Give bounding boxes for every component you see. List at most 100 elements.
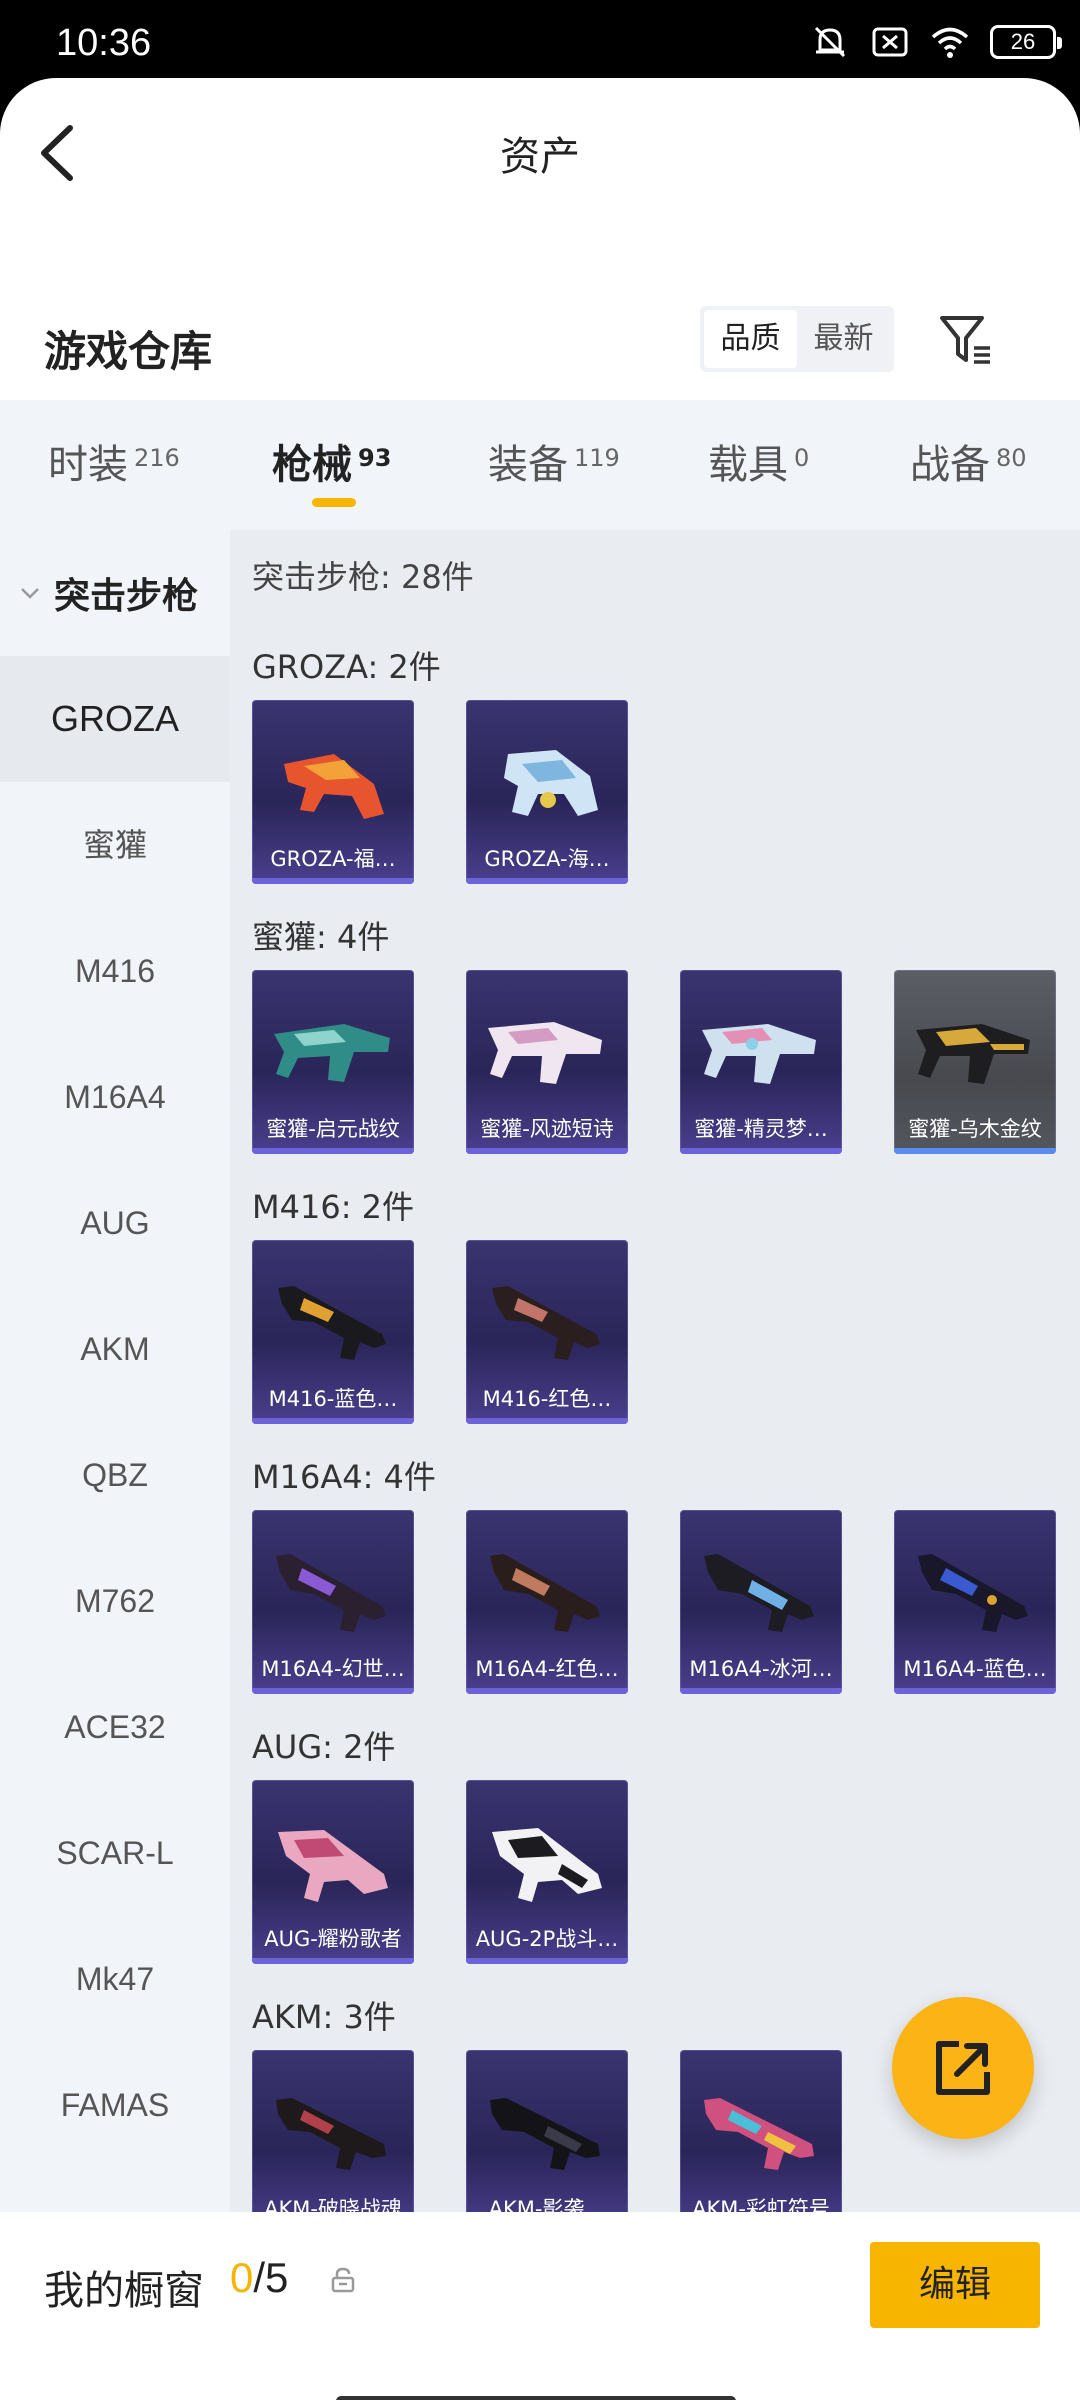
weapon-card-label: 蜜獾-风迹短诗	[480, 1117, 614, 1141]
showcase-count: 0/5	[230, 2254, 289, 2301]
share-fab-button[interactable]	[892, 1997, 1034, 2139]
sidebar-item-aug[interactable]: AUG	[0, 1160, 230, 1286]
weapon-card-label: GROZA-海…	[484, 847, 610, 871]
rifle-image	[278, 1830, 388, 1902]
section-label: GROZA: 2件	[252, 648, 441, 686]
lock-icon	[331, 2267, 355, 2293]
sidebar-item-groza[interactable]: GROZA	[0, 656, 230, 782]
showcase-bar: 我的橱窗 0/5 编辑	[0, 2212, 1080, 2400]
sidebar-item-ace32[interactable]: ACE32	[0, 1664, 230, 1790]
rifle-image	[276, 1554, 386, 1632]
section-label: M416: 2件	[252, 1188, 415, 1226]
rifle-image	[490, 2098, 600, 2170]
rarity-bar	[252, 1418, 414, 1424]
weapon-card[interactable]: M16A4-冰河…	[680, 1510, 842, 1694]
rarity-bar	[252, 1148, 414, 1154]
rarity-bar	[252, 878, 414, 884]
weapon-card-label: 蜜獾-乌木金纹	[908, 1117, 1042, 1141]
rarity-bar	[466, 1688, 628, 1694]
weapon-card[interactable]: AKM-彩虹符号	[680, 2050, 842, 2234]
weapon-card[interactable]: AUG-耀粉歌者	[252, 1780, 414, 1964]
showcase-label: 我的橱窗	[44, 2268, 204, 2314]
rarity-bar	[466, 1148, 628, 1154]
weapon-card-label: M16A4-幻世…	[261, 1657, 405, 1681]
sidebar-item-m762[interactable]: M762	[0, 1538, 230, 1664]
tab-vehicles[interactable]: 载具 0	[708, 432, 809, 490]
sidebar-group-label: 突击步枪	[54, 576, 199, 617]
weapon-card[interactable]: AKM-破晓战魂	[252, 2050, 414, 2234]
rifle-image	[704, 1554, 814, 1632]
status-bar: 10:36 26	[0, 0, 1080, 78]
sidebar-item-scar-l[interactable]: SCAR-L	[0, 1790, 230, 1916]
rarity-bar	[466, 1418, 628, 1424]
rarity-bar	[680, 1148, 842, 1154]
sidebar-item-qbz[interactable]: QBZ	[0, 1412, 230, 1538]
sidebar-item-akm[interactable]: AKM	[0, 1286, 230, 1412]
weapon-card-label: M16A4-红色…	[475, 1657, 619, 1681]
weapon-card-label: 蜜獾-启元战纹	[266, 1117, 400, 1141]
rifle-image	[916, 1024, 1030, 1084]
top-header: 资产	[0, 78, 1080, 218]
section-label: 蜜獾: 4件	[252, 918, 390, 956]
weapon-card-label: AUG-耀粉歌者	[264, 1927, 402, 1951]
app-screen: 资产 游戏仓库 品质 最新 时装 216 枪械 93 装备 119 载具 0 战备 80 …	[0, 78, 1080, 2400]
rifle-image	[504, 750, 598, 816]
page-title: 资产	[500, 134, 580, 180]
weapon-card-label: AUG-2P战斗…	[475, 1927, 619, 1951]
sidebar-group-assault-rifles[interactable]: 突击步枪	[0, 530, 230, 656]
sidebar-item-famas[interactable]: FAMAS	[0, 2042, 230, 2168]
tab-firearms[interactable]: 枪械 93	[272, 432, 391, 490]
active-tab-indicator	[312, 498, 356, 507]
weapon-card-label: M416-蓝色…	[268, 1387, 398, 1411]
weapon-card-label: M416-红色…	[482, 1387, 612, 1411]
weapon-type-sidebar: 突击步枪 GROZA 蜜獾 M416 M16A4 AUG AKM QBZ M76…	[0, 530, 230, 2290]
rarity-bar	[466, 878, 628, 884]
tab-supplies[interactable]: 战备 80	[910, 432, 1027, 490]
tab-fashion[interactable]: 时装 216	[48, 432, 180, 490]
weapon-card-label: 蜜獾-精灵梦…	[694, 1117, 828, 1141]
sidebar-item-m416[interactable]: M416	[0, 908, 230, 1034]
weapon-card[interactable]: M416-红色…	[466, 1240, 628, 1424]
weapon-card-label: M16A4-蓝色…	[903, 1657, 1047, 1681]
rarity-bar	[680, 1688, 842, 1694]
weapon-card[interactable]: M16A4-幻世…	[252, 1510, 414, 1694]
wifi-icon	[931, 27, 969, 58]
weapon-card[interactable]: 蜜獾-风迹短诗	[466, 970, 628, 1154]
sort-quality-button[interactable]: 品质	[704, 310, 797, 368]
home-indicator[interactable]	[336, 2396, 736, 2400]
weapon-card-label: GROZA-福…	[270, 847, 396, 871]
category-tabs: 时装 216 枪械 93 装备 119 载具 0 战备 80	[0, 400, 1080, 530]
sidebar-item-honey-badger[interactable]: 蜜獾	[0, 782, 230, 908]
chevron-down-icon	[21, 588, 39, 599]
weapon-card[interactable]: AKM-影袭…	[466, 2050, 628, 2234]
weapon-card[interactable]: M16A4-红色…	[466, 1510, 628, 1694]
weapon-card[interactable]: M16A4-蓝色…	[894, 1510, 1056, 1694]
filter-icon[interactable]	[936, 310, 996, 370]
warehouse-row: 游戏仓库 品质 最新	[0, 298, 1080, 398]
weapon-card[interactable]: 蜜獾-启元战纹	[252, 970, 414, 1154]
sort-toggle: 品质 最新	[700, 306, 894, 372]
sidebar-item-mk47[interactable]: Mk47	[0, 1916, 230, 2042]
sidebar-item-m16a4[interactable]: M16A4	[0, 1034, 230, 1160]
weapon-card[interactable]: GROZA-海…	[466, 700, 628, 884]
weapon-card[interactable]: 蜜獾-精灵梦…	[680, 970, 842, 1154]
rifle-image	[490, 1554, 600, 1632]
sort-latest-button[interactable]: 最新	[797, 310, 890, 368]
weapon-card[interactable]: 蜜獾-乌木金纹	[894, 970, 1056, 1154]
edit-button[interactable]: 编辑	[870, 2242, 1040, 2328]
weapon-card[interactable]: AUG-2P战斗…	[466, 1780, 628, 1964]
section-label: AUG: 2件	[252, 1728, 396, 1766]
weapon-card[interactable]: M416-蓝色…	[252, 1240, 414, 1424]
tab-equipment[interactable]: 装备 119	[488, 432, 620, 490]
rifle-image	[276, 2098, 386, 2170]
category-total: 突击步枪: 28件	[252, 558, 474, 596]
rifle-image	[492, 1828, 602, 1902]
rifle-image	[284, 754, 384, 819]
weapon-card-label: M16A4-冰河…	[689, 1657, 833, 1681]
weapon-card[interactable]: GROZA-福…	[252, 700, 414, 884]
rarity-bar	[252, 1688, 414, 1694]
battery-indicator: 26	[990, 25, 1062, 59]
rarity-bar	[466, 1958, 628, 1964]
mute-icon	[814, 26, 846, 58]
sim-icon	[872, 27, 908, 57]
